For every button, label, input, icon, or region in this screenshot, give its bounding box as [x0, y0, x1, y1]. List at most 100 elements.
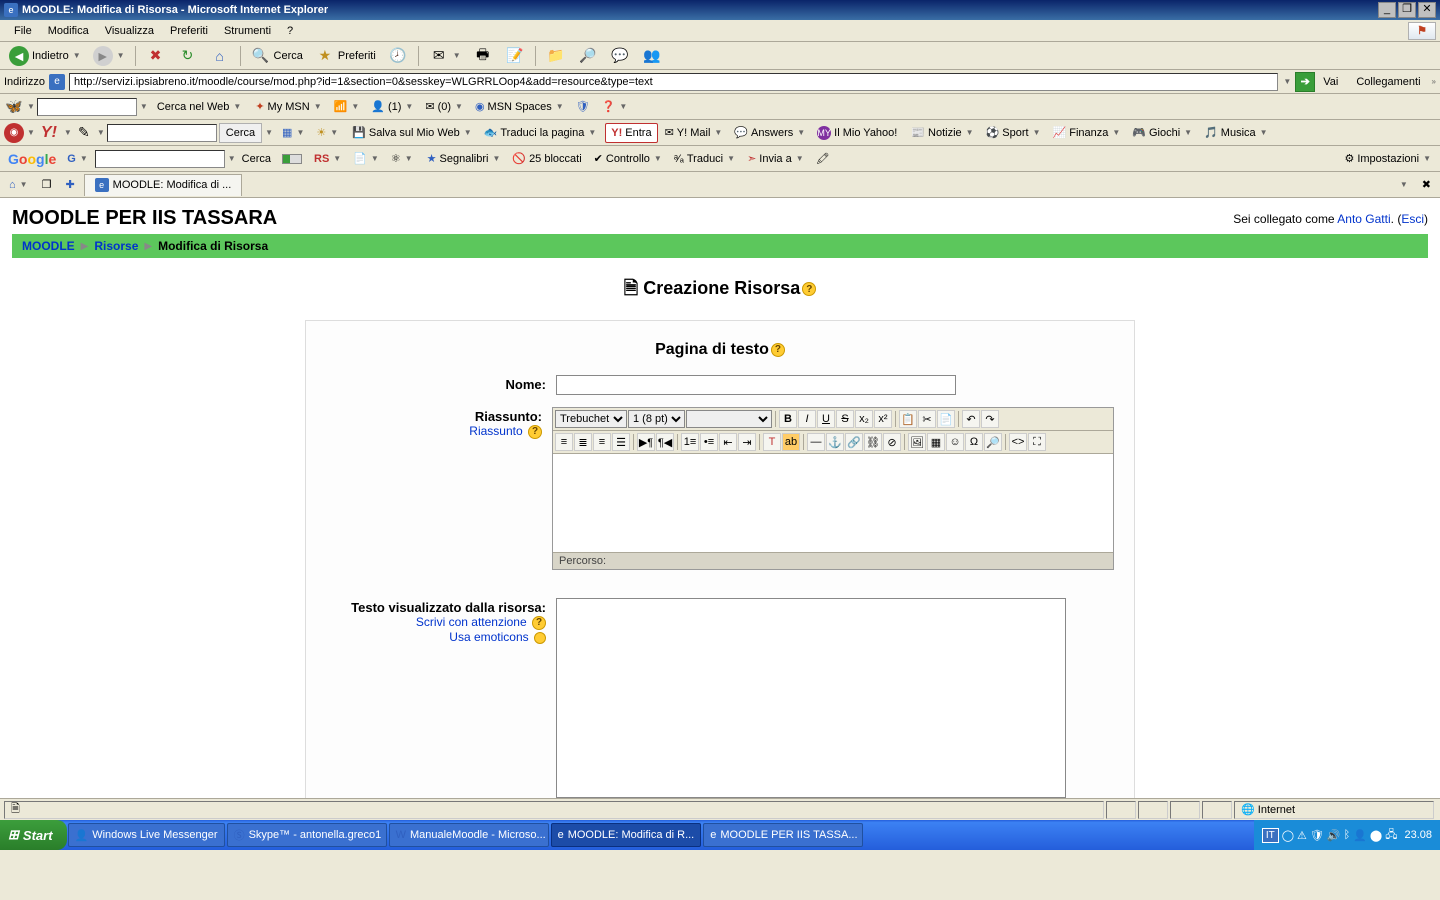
search-button[interactable]: 🔍Cerca: [246, 45, 308, 67]
rte-underline-button[interactable]: U: [817, 410, 835, 428]
rte-sup-button[interactable]: x²: [874, 410, 892, 428]
help-icon[interactable]: ?: [528, 425, 542, 439]
chevron-down-icon[interactable]: ▼: [140, 102, 148, 111]
rte-indent-button[interactable]: ⇥: [738, 433, 756, 451]
tray-icon[interactable]: 🛡: [1310, 829, 1324, 842]
rte-size-select[interactable]: 1 (8 pt): [628, 410, 685, 428]
yahoo-mioyahoo-button[interactable]: MYIl Mio Yahoo!: [812, 123, 902, 143]
favorites-button[interactable]: ★Preferiti: [310, 45, 381, 67]
google-atom-button[interactable]: ⚛▼: [386, 149, 418, 169]
history-button[interactable]: 🕗: [383, 45, 413, 67]
task-skype[interactable]: ⓈSkype™ - antonella.greco1: [227, 823, 387, 847]
tab-menu-button[interactable]: ▼: [1394, 175, 1413, 195]
refresh-button[interactable]: ↻: [173, 45, 203, 67]
rte-redo-button[interactable]: ↷: [981, 410, 999, 428]
rte-strike-button[interactable]: S: [836, 410, 854, 428]
tray-icon[interactable]: 👤: [1353, 829, 1367, 842]
tray-clock[interactable]: 23.08: [1400, 829, 1432, 841]
menu-file[interactable]: File: [6, 23, 40, 39]
forward-button[interactable]: ► ▼: [88, 45, 130, 67]
yahoo-sport-button[interactable]: ⚽Sport▼: [981, 123, 1046, 143]
tab-moodle[interactable]: e MOODLE: Modifica di ...: [84, 174, 243, 196]
nome-input[interactable]: [556, 375, 956, 395]
task-moodle-edit[interactable]: eMOODLE: Modifica di R...: [551, 823, 702, 847]
msn-block-button[interactable]: 🛡: [571, 97, 595, 117]
yahoo-grid-button[interactable]: ▦▼: [277, 123, 309, 143]
yahoo-answers-button[interactable]: 💬Answers▼: [729, 123, 810, 143]
rte-find-button[interactable]: 🔎: [984, 433, 1002, 451]
rte-editor-body[interactable]: [553, 454, 1113, 552]
msn-messenger-button[interactable]: 👤(1)▼: [366, 97, 418, 117]
msn-butterfly-icon[interactable]: 🦋: [4, 97, 24, 117]
yahoo-entra-button[interactable]: Y!Entra: [605, 123, 657, 143]
rte-image-button[interactable]: 🖼: [908, 433, 926, 451]
rte-html-button[interactable]: <>: [1009, 433, 1027, 451]
rte-align-right-button[interactable]: ≡: [593, 433, 611, 451]
yahoo-mail-button[interactable]: ✉Y! Mail▼: [660, 123, 728, 143]
home-button[interactable]: ⌂: [205, 45, 235, 67]
help-icon[interactable]: ?: [802, 282, 816, 296]
yahoo-search-input[interactable]: [107, 124, 217, 142]
close-button[interactable]: ✕: [1418, 2, 1436, 18]
breadcrumb-root[interactable]: MOODLE: [22, 239, 75, 253]
yahoo-musica-button[interactable]: 🎵Musica▼: [1199, 123, 1272, 143]
back-button[interactable]: ◄ Indietro ▼: [4, 45, 86, 67]
google-rs-button[interactable]: RS▼: [309, 149, 346, 169]
rte-smiley-button[interactable]: ☺: [946, 433, 964, 451]
rte-cut-button[interactable]: ✂: [918, 410, 936, 428]
lang-indicator[interactable]: IT: [1262, 828, 1279, 843]
google-news-button[interactable]: 📄▼: [348, 149, 384, 169]
rte-align-justify-button[interactable]: ☰: [612, 433, 630, 451]
rte-align-left-button[interactable]: ≡: [555, 433, 573, 451]
yahoo-finanza-button[interactable]: 📈Finanza▼: [1048, 123, 1126, 143]
msn-search-web-button[interactable]: Cerca nel Web▼: [152, 97, 246, 117]
google-bookmarks-button[interactable]: ★Segnalibri▼: [422, 149, 506, 169]
google-popup-button[interactable]: 🚫25 bloccati: [507, 149, 586, 169]
discuss-button[interactable]: 💬: [605, 45, 635, 67]
start-button[interactable]: ⊞ Start: [0, 820, 67, 850]
yahoo-globe-icon[interactable]: ◉: [4, 123, 24, 143]
rte-sub-button[interactable]: x₂: [855, 410, 873, 428]
go-button[interactable]: ➔: [1295, 72, 1315, 92]
tab-close-button[interactable]: ✖: [1417, 175, 1436, 195]
user-link[interactable]: Anto Gatti: [1337, 212, 1390, 226]
google-send-button[interactable]: ➣Invia a▼: [742, 149, 809, 169]
rte-table-button[interactable]: ▦: [927, 433, 945, 451]
yahoo-giochi-button[interactable]: 🎮Giochi▼: [1127, 123, 1197, 143]
rte-align-center-button[interactable]: ≣: [574, 433, 592, 451]
rte-fullscreen-button[interactable]: ⛶: [1028, 433, 1046, 451]
restore-button[interactable]: ❐: [1398, 2, 1416, 18]
rte-copy-button[interactable]: 📋: [899, 410, 917, 428]
rte-paste-button[interactable]: 📄: [937, 410, 955, 428]
rte-bgcolor-button[interactable]: ab: [782, 433, 800, 451]
rte-textcolor-button[interactable]: T: [763, 433, 781, 451]
newwindow-button[interactable]: ❐: [37, 175, 57, 195]
task-moodle-home[interactable]: eMOODLE PER IIS TASSA...: [703, 823, 863, 847]
yahoo-logo-icon[interactable]: Y!: [37, 124, 61, 142]
breadcrumb-mid[interactable]: Risorse: [94, 239, 138, 253]
yahoo-sun-button[interactable]: ☀▼: [311, 123, 343, 143]
task-messenger[interactable]: 👤Windows Live Messenger: [68, 823, 225, 847]
testo-textarea[interactable]: [556, 598, 1066, 798]
menu-preferiti[interactable]: Preferiti: [162, 23, 216, 39]
rte-ul-button[interactable]: •≡: [700, 433, 718, 451]
msn-help-button[interactable]: ❓▼: [597, 97, 633, 117]
tray-icon[interactable]: ◯: [1282, 829, 1294, 842]
rte-font-select[interactable]: Trebuchet: [555, 410, 627, 428]
rte-outdent-button[interactable]: ⇤: [719, 433, 737, 451]
google-pagerank-button[interactable]: [277, 149, 307, 169]
rte-italic-button[interactable]: I: [798, 410, 816, 428]
rte-anchor-button[interactable]: ⚓: [826, 433, 844, 451]
yahoo-cerca-button[interactable]: Cerca: [219, 123, 262, 143]
tray-icon[interactable]: ᛒ: [1344, 829, 1351, 841]
address-dropdown-icon[interactable]: ▼: [1283, 77, 1291, 86]
print-button[interactable]: 🖶: [468, 45, 498, 67]
scrivi-help-link[interactable]: Scrivi con attenzione: [416, 615, 527, 629]
google-logo[interactable]: Google: [4, 151, 60, 167]
rte-ol-button[interactable]: 1≡: [681, 433, 699, 451]
msn-search-input[interactable]: [37, 98, 137, 116]
yahoo-traduci-button[interactable]: 🐟Traduci la pagina▼: [479, 123, 602, 143]
newtab-button[interactable]: ✚: [60, 175, 79, 195]
google-search-input[interactable]: [95, 150, 225, 168]
rte-hr-button[interactable]: —: [807, 433, 825, 451]
